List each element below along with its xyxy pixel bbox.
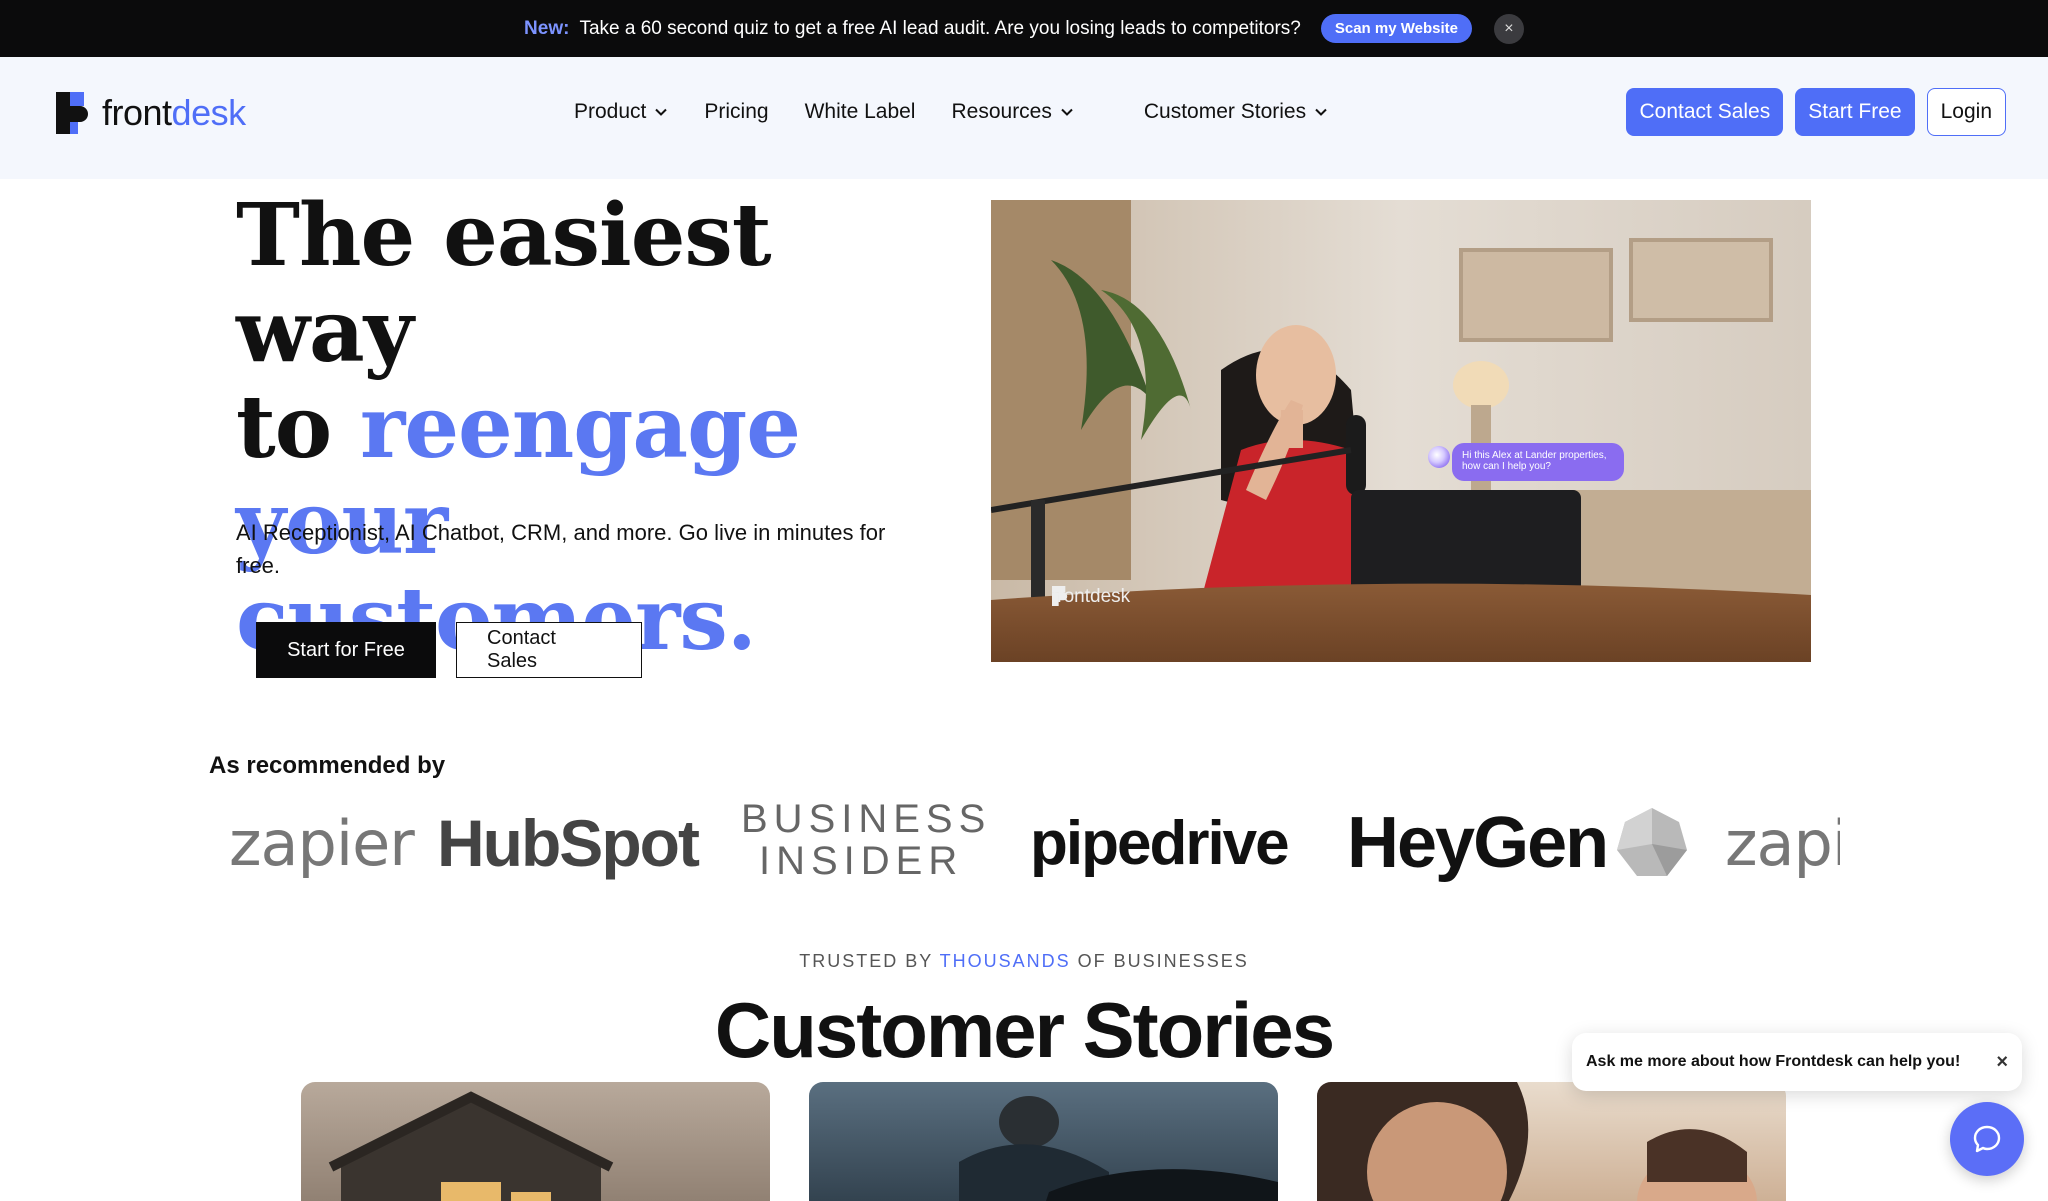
trusted-highlight: THOUSANDS bbox=[939, 951, 1071, 971]
frontdesk-logo-icon bbox=[56, 92, 88, 134]
business-insider-line2: INSIDER bbox=[759, 839, 964, 883]
ai-voice-orb bbox=[1428, 446, 1450, 468]
chevron-down-icon bbox=[1061, 108, 1073, 116]
nav-pricing-label: Pricing bbox=[704, 100, 769, 123]
announcement-text: Take a 60 second quiz to get a free AI l… bbox=[579, 17, 1301, 39]
nav-white-label-label: White Label bbox=[804, 100, 916, 123]
hero-subtitle: AI Receptionist, AI Chatbot, CRM, and mo… bbox=[236, 520, 886, 578]
zapier-logo-text: zapier bbox=[229, 806, 415, 880]
pipedrive-logo: pipedrive bbox=[1030, 798, 1290, 888]
story-card-family-image bbox=[1317, 1082, 1757, 1201]
nav-customer-stories[interactable]: Customer Stories bbox=[1144, 100, 1328, 124]
hubspot-logo: HubSpot bbox=[437, 798, 700, 888]
logo-wordmark: frontdesk bbox=[102, 92, 246, 134]
nav-product[interactable]: Product bbox=[574, 100, 668, 124]
announcement-new-label: New: bbox=[524, 17, 570, 39]
start-for-free-button[interactable]: Start for Free bbox=[256, 622, 436, 678]
announcement-close-icon[interactable]: × bbox=[1493, 13, 1524, 44]
hubspot-logo-text: HubSpot bbox=[437, 806, 700, 880]
contact-sales-button[interactable]: Contact Sales bbox=[1626, 88, 1784, 136]
chat-prompt-popup[interactable]: Ask me more about how Frontdesk can help… bbox=[1572, 1033, 2022, 1091]
business-insider-line1: BUSINESS bbox=[741, 798, 992, 841]
hero-title-to: to bbox=[236, 377, 361, 478]
video-speech-bubble: Hi this Alex at Lander properties, how c… bbox=[1452, 443, 1624, 481]
hero-contact-sales-button[interactable]: Contact Sales bbox=[456, 622, 642, 678]
story-card-family[interactable] bbox=[1317, 1082, 1786, 1201]
pipedrive-logo-text: pipedrive bbox=[1030, 808, 1290, 878]
chevron-down-icon bbox=[655, 108, 668, 116]
nav-links: Product Pricing White Label Resources Cu… bbox=[574, 100, 1364, 124]
nav-pricing[interactable]: Pricing bbox=[704, 100, 768, 124]
story-card-mechanic-image bbox=[959, 1096, 1278, 1201]
nav-resources-label: Resources bbox=[951, 100, 1052, 123]
nav-customer-stories-label: Customer Stories bbox=[1143, 100, 1307, 123]
chat-prompt-close-icon[interactable]: × bbox=[1996, 1051, 2008, 1074]
trusted-by-label: TRUSTED BY THOUSANDS OF BUSINESSES bbox=[0, 951, 2048, 972]
frontdesk-logo-icon bbox=[1052, 586, 1068, 606]
chat-bubble-icon bbox=[1973, 1125, 2001, 1153]
hero-video[interactable]: Hi this Alex at Lander properties, how c… bbox=[991, 200, 1811, 662]
story-card-house-image bbox=[328, 1091, 614, 1201]
heygen-mark-icon bbox=[1617, 808, 1688, 876]
nav-white-label[interactable]: White Label bbox=[805, 100, 916, 124]
zapier-logo-repeat: zapi bbox=[1725, 798, 1840, 888]
nav-actions: Contact Sales Start Free Login bbox=[1626, 88, 2006, 136]
hero-title-line1: The easiest way bbox=[236, 185, 772, 382]
logo-front-text: front bbox=[102, 92, 172, 133]
logo-desk-text: desk bbox=[171, 92, 247, 133]
story-cards bbox=[301, 1082, 1786, 1201]
chevron-down-icon bbox=[1315, 108, 1327, 116]
hero-title: The easiest way to reengage your custome… bbox=[236, 188, 916, 668]
frontdesk-logo[interactable]: frontdesk bbox=[56, 92, 246, 134]
scan-website-button[interactable]: Scan my Website bbox=[1320, 14, 1472, 43]
video-watermark-logo: frontdesk bbox=[1052, 586, 1130, 608]
login-button[interactable]: Login bbox=[1926, 88, 2006, 136]
zapier-logo: zapier bbox=[229, 798, 415, 888]
heygen-logo-text: HeyGen bbox=[1347, 803, 1609, 883]
nav-product-label: Product bbox=[574, 100, 647, 123]
top-navigation: frontdesk Product Pricing White Label Re… bbox=[0, 57, 2048, 179]
start-free-button[interactable]: Start Free bbox=[1795, 88, 1915, 136]
chat-launcher-button[interactable] bbox=[1950, 1102, 2024, 1176]
trusted-pre: TRUSTED BY bbox=[799, 951, 940, 971]
story-card-auto[interactable] bbox=[809, 1082, 1278, 1201]
heygen-logo: HeyGen bbox=[1347, 798, 1689, 888]
zapier-logo-repeat-text: zapi bbox=[1725, 806, 1840, 880]
business-insider-logo: BUSINESS INSIDER bbox=[741, 798, 991, 888]
announcement-bar: New: Take a 60 second quiz to get a free… bbox=[0, 0, 2048, 57]
hero-cta-group: Start for Free Contact Sales bbox=[256, 622, 642, 678]
recommended-logos-carousel: zapier HubSpot BUSINESS INSIDER pipedriv… bbox=[212, 798, 1840, 888]
recommended-label: As recommended by bbox=[209, 752, 446, 779]
nav-resources[interactable]: Resources bbox=[951, 100, 1073, 124]
story-card-real-estate[interactable] bbox=[301, 1082, 770, 1201]
trusted-post: OF BUSINESSES bbox=[1070, 951, 1249, 971]
chat-prompt-text: Ask me more about how Frontdesk can help… bbox=[1586, 1053, 1961, 1070]
